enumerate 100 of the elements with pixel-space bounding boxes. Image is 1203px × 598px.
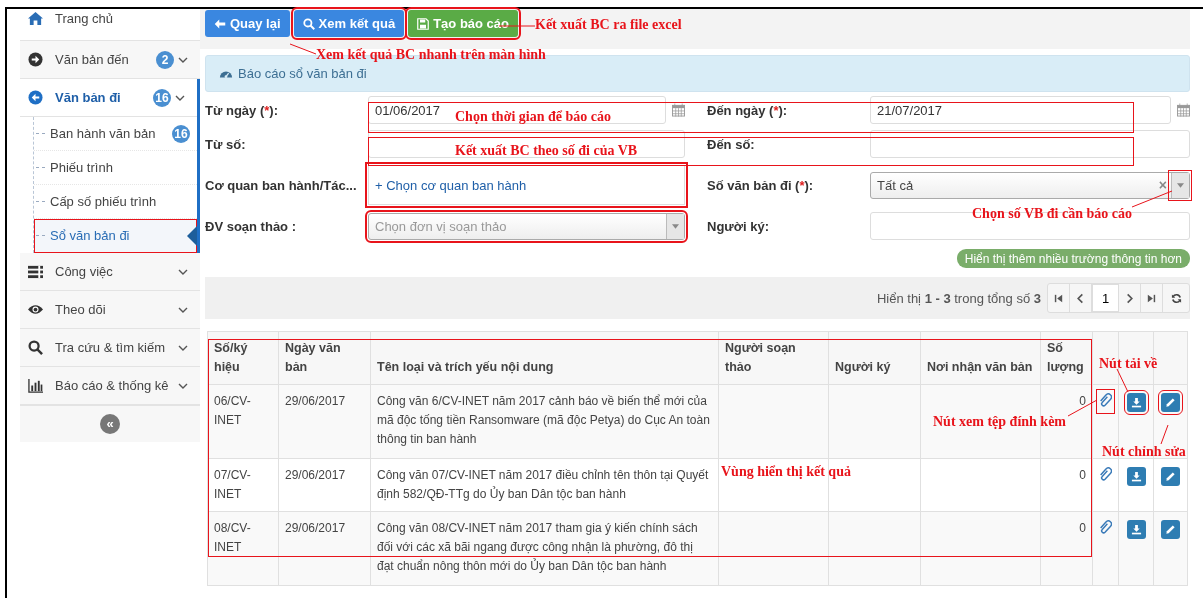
choose-agency-link[interactable]: + Chọn cơ quan ban hành (375, 177, 527, 193)
annotation-text: Nút tải về (1099, 356, 1158, 372)
refresh-icon (1170, 292, 1182, 304)
leader-line (498, 25, 536, 27)
field-label: Cơ quan ban hành/Tác... (205, 177, 358, 193)
column-header: Người soạn thảo (718, 331, 829, 385)
annotation-text: Kết xuất BC ra file excel (535, 17, 682, 33)
table-cell: 29/06/2017 (285, 521, 346, 535)
calendar-icon (1177, 103, 1190, 117)
sidebar-item[interactable]: Theo dõi (20, 291, 200, 329)
chevron-down-icon (175, 94, 185, 101)
annotation-text: Chọn số VB đi cần báo cáo (972, 206, 1132, 222)
select-field[interactable]: Tất cả × (870, 171, 1190, 199)
input-field[interactable] (368, 130, 685, 158)
edit-button[interactable] (1161, 393, 1180, 412)
field-label: ĐV soạn thảo : (205, 218, 297, 234)
search-icon (28, 340, 43, 355)
count-badge: 16 (153, 88, 171, 107)
download-icon (1130, 524, 1142, 535)
table-cell: 0 (1079, 394, 1086, 408)
first-page-icon (1053, 292, 1064, 304)
column-header: Tên loại và trích yếu nội dung (370, 331, 719, 385)
paperclip-icon[interactable] (1099, 520, 1112, 537)
download-button[interactable] (1126, 520, 1146, 539)
pencil-icon (1165, 397, 1176, 408)
chevron-down-icon (178, 344, 188, 351)
annotation-text: Nút chỉnh sửa (1102, 444, 1186, 460)
annotation-text: Nút xem tệp đính kèm (933, 414, 1066, 430)
arrow-circle-icon (28, 90, 43, 105)
field-label: Đến số: (707, 136, 756, 152)
chevron-down-icon (178, 268, 188, 275)
pencil-icon (1165, 471, 1176, 482)
table-cell: 0 (1079, 521, 1086, 535)
table-cell: 06/CV-INET (214, 394, 251, 427)
bar-chart-icon (28, 378, 43, 393)
leader-line (1131, 190, 1173, 208)
date-field[interactable]: 21/07/2017 (870, 96, 1171, 124)
field-label: Từ ngày (*): (205, 102, 279, 118)
annotation-text: Chọn thời gian để báo cáo (455, 109, 611, 125)
table-cell: Công văn 08/CV-INET năm 2017 tham gia ý kiến chính sách đối với các xã bãi ngang được công nhận là phường, đô thị đạt chuẩn nông thôn mới do Ủy ban Dân tộc ban hành (377, 521, 698, 573)
download-button[interactable] (1126, 393, 1146, 412)
panel-title: Báo cáo sổ văn bản đi (238, 66, 367, 81)
home-icon (28, 11, 43, 26)
eye-icon (28, 302, 43, 317)
column-header: Số/ký hiệu (207, 331, 279, 385)
collapse-button[interactable]: « (100, 414, 120, 434)
sidebar-item[interactable]: Trang chủ (20, 9, 200, 41)
sidebar-item[interactable]: Văn bản đến 2 (20, 41, 200, 79)
table-cell: 08/CV-INET (214, 521, 251, 554)
column-header: Số lượng (1040, 331, 1093, 385)
paperclip-icon[interactable] (1099, 393, 1112, 410)
leader-line (1160, 424, 1169, 445)
arrow-left-icon (214, 17, 226, 30)
view-results-button[interactable]: Xem kết quả (293, 10, 405, 37)
paperclip-icon[interactable] (1099, 467, 1112, 484)
download-button[interactable] (1126, 467, 1146, 486)
page-number-field[interactable]: 1 (1092, 284, 1119, 312)
column-header: Ngày văn bản (278, 331, 371, 385)
pagination-summary: Hiển thị 1 - 3 trong tổng số 3 (876, 290, 1041, 306)
leader-line (289, 43, 317, 55)
sidebar-subitem[interactable]: Ban hành văn bản 16 (34, 117, 197, 151)
list-icon (28, 264, 43, 279)
input-field[interactable] (870, 130, 1190, 158)
arrow-circle-icon (28, 52, 43, 67)
sidebar-subitem[interactable]: Sổ văn bản đi (34, 219, 197, 253)
caret-down-icon (1177, 182, 1184, 188)
search-icon (302, 17, 315, 30)
caret-down-icon (672, 223, 679, 229)
field-label: Người ký: (707, 218, 770, 234)
back-button[interactable]: Quay lại (205, 10, 290, 37)
annotation-text: Kết xuất BC theo số đi của VB (455, 143, 638, 159)
table-cell: 29/06/2017 (285, 394, 346, 408)
leader-line (1116, 368, 1129, 393)
sidebar-item[interactable]: Báo cáo & thống kê (20, 367, 200, 405)
save-icon (417, 17, 430, 30)
chevron-down-icon (178, 306, 188, 313)
table-cell: Công văn 6/CV-INET năm 2017 cảnh báo về biến thể mới của mã độc tống tiền Ransomware (mã độc Petya) do Cục An toàn thông tin ban hành (377, 394, 710, 446)
table-cell: 0 (1079, 468, 1086, 482)
annotation-text: Vùng hiển thị kết quả (721, 464, 851, 480)
pencil-icon (1165, 524, 1176, 535)
count-badge: 2 (156, 50, 174, 69)
annotation-text: Xem kết quả BC nhanh trên màn hình (316, 47, 546, 63)
column-header: Người ký (828, 331, 921, 385)
table-cell: 07/CV-INET (214, 468, 251, 501)
chevron-down-icon (178, 56, 188, 63)
sidebar-subitem[interactable]: Phiếu trình (34, 151, 197, 185)
calendar-icon (672, 103, 685, 117)
field-label: Số văn bản đi (*): (707, 177, 815, 193)
field-label: Từ số: (205, 136, 247, 152)
column-header: Nơi nhận văn bản (920, 331, 1041, 385)
edit-button[interactable] (1161, 467, 1180, 486)
table-cell: Công văn 07/CV-INET năm 2017 điều chỉnh tên thôn tại Quyết định 582/QĐ-TTg do Ủy ban Dân tộc ban hành (377, 468, 709, 501)
last-page-icon (1146, 292, 1157, 304)
field-label: Đến ngày (*): (707, 102, 789, 118)
table-cell: 29/06/2017 (285, 468, 346, 482)
download-icon (1130, 471, 1142, 482)
sidebar-item[interactable]: Công việc (20, 253, 200, 291)
edit-button[interactable] (1161, 520, 1180, 539)
chevron-down-icon (178, 382, 188, 389)
sidebar-item[interactable]: Tra cứu & tìm kiếm (20, 329, 200, 367)
